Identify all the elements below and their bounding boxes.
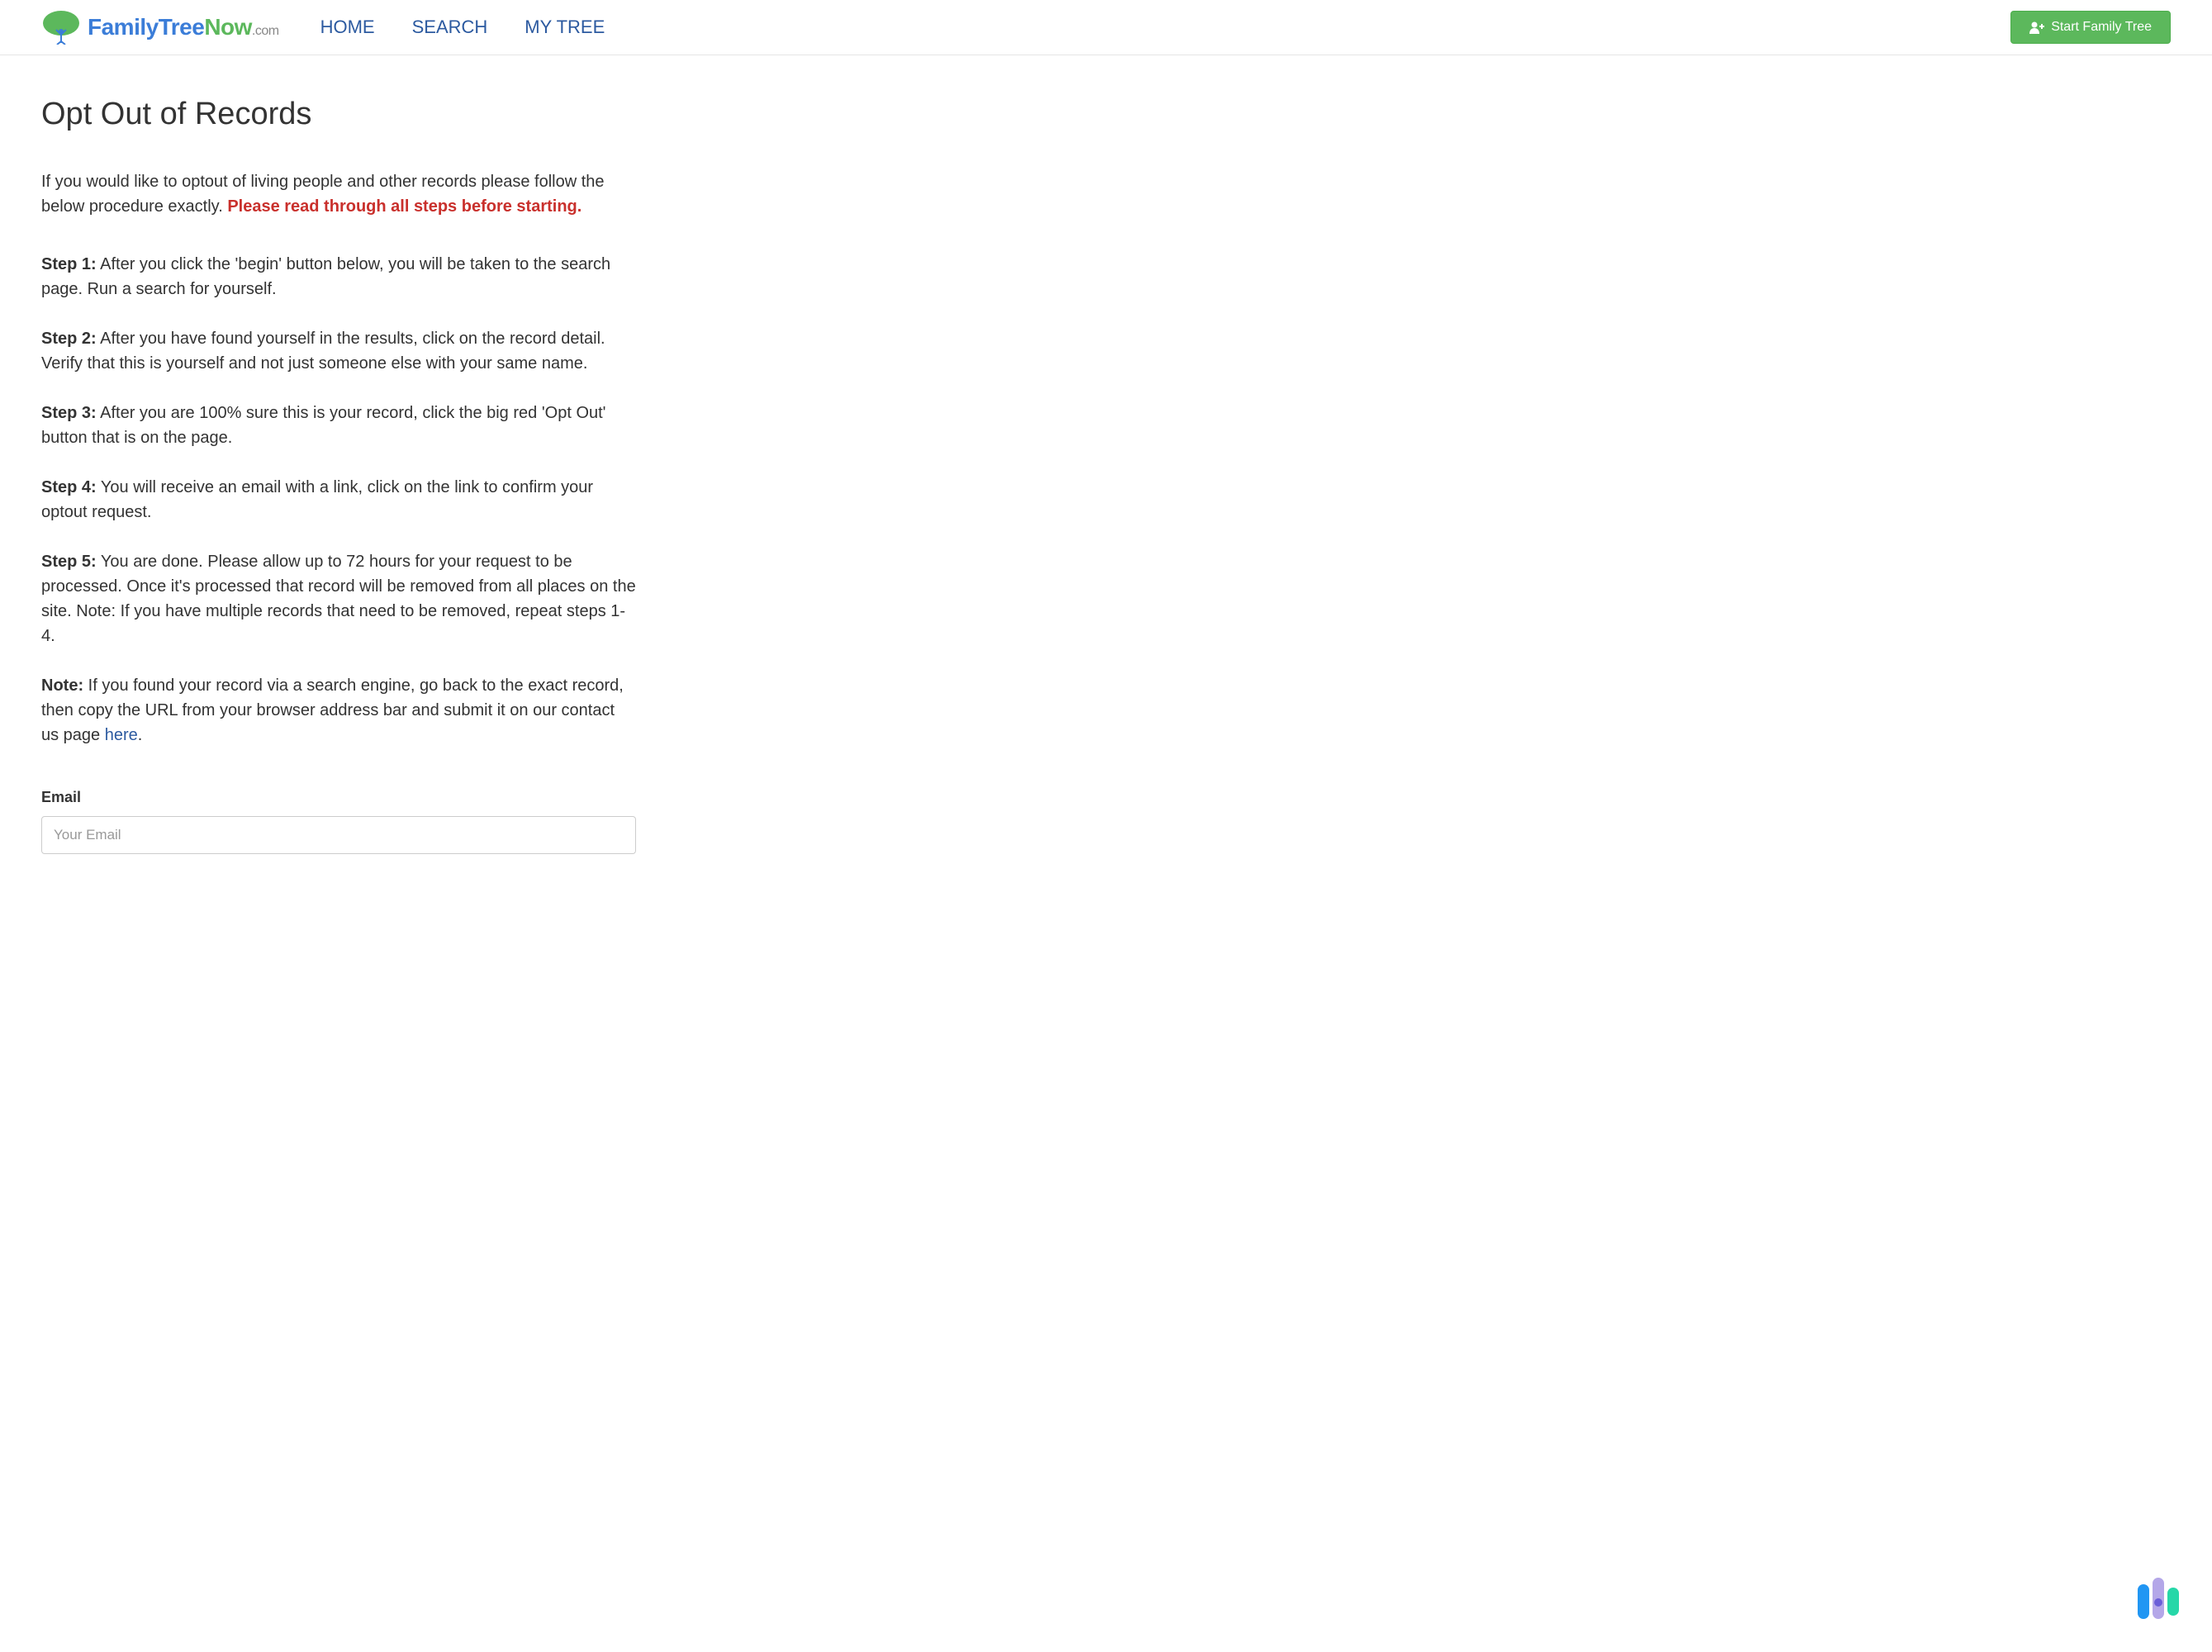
start-family-tree-button[interactable]: Start Family Tree — [2010, 11, 2171, 44]
nav-search[interactable]: SEARCH — [412, 17, 488, 38]
step-5-label: Step 5: — [41, 553, 97, 571]
step-4-text: You will receive an email with a link, c… — [41, 478, 593, 521]
page-title: Opt Out of Records — [41, 97, 636, 132]
site-header: FamilyTreeNow.com HOME SEARCH MY TREE St… — [0, 0, 2212, 55]
note-period: . — [138, 726, 143, 744]
logo-tree: Tree — [159, 14, 205, 40]
step-4: Step 4: You will receive an email with a… — [41, 475, 636, 525]
step-5: Step 5: You are done. Please allow up to… — [41, 549, 636, 648]
email-form-section: Email — [41, 789, 636, 854]
nav-mytree[interactable]: MY TREE — [525, 17, 605, 38]
start-button-label: Start Family Tree — [2051, 20, 2152, 35]
logo-family: Family — [88, 14, 159, 40]
note-paragraph: Note: If you found your record via a sea… — [41, 673, 636, 748]
email-input[interactable] — [41, 816, 636, 854]
logo-dotcom: .com — [252, 24, 279, 38]
intro-paragraph: If you would like to optout of living pe… — [41, 169, 636, 219]
user-plus-icon — [2029, 21, 2044, 34]
step-2-text: After you have found yourself in the res… — [41, 330, 605, 373]
tree-logo-icon — [41, 10, 81, 45]
step-3: Step 3: After you are 100% sure this is … — [41, 401, 636, 450]
step-4-label: Step 4: — [41, 478, 97, 496]
main-nav: HOME SEARCH MY TREE — [320, 17, 2011, 38]
nav-home[interactable]: HOME — [320, 17, 375, 38]
step-5-text: You are done. Please allow up to 72 hour… — [41, 553, 636, 645]
logo-now: Now — [204, 14, 252, 40]
step-3-text: After you are 100% sure this is your rec… — [41, 404, 606, 447]
logo[interactable]: FamilyTreeNow.com — [41, 10, 279, 45]
contact-us-link[interactable]: here — [105, 726, 138, 744]
step-3-label: Step 3: — [41, 404, 97, 422]
email-label: Email — [41, 789, 636, 806]
intro-warning: Please read through all steps before sta… — [227, 197, 581, 216]
step-1-text: After you click the 'begin' button below… — [41, 255, 610, 298]
note-label: Note: — [41, 676, 83, 695]
logo-text: FamilyTreeNow.com — [88, 14, 279, 40]
step-1: Step 1: After you click the 'begin' butt… — [41, 252, 636, 301]
step-2-label: Step 2: — [41, 330, 97, 348]
step-2: Step 2: After you have found yourself in… — [41, 326, 636, 376]
chat-widget-icon[interactable] — [2129, 1569, 2187, 1627]
step-1-label: Step 1: — [41, 255, 97, 273]
main-content: Opt Out of Records If you would like to … — [0, 55, 677, 887]
